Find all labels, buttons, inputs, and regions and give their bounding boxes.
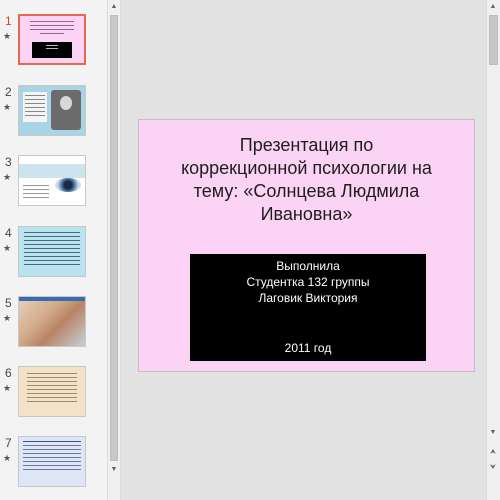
current-slide[interactable]: Презентация по коррекционной психологии …: [138, 119, 475, 372]
slide-thumbnail-3[interactable]: 3 ★: [0, 155, 107, 211]
slide-number: 3: [5, 155, 12, 169]
subtitle-line: Выполнила: [276, 259, 340, 273]
slide-editing-area: Презентация по коррекционной психологии …: [121, 0, 486, 500]
animation-star-icon: ★: [3, 102, 12, 112]
animation-star-icon: ★: [3, 243, 12, 253]
title-line: тему: «Солнцева Людмила: [193, 181, 420, 201]
scroll-down-icon[interactable]: ▼: [487, 426, 499, 440]
slide-number: 6: [5, 366, 12, 380]
main-scrollbar[interactable]: ▲ ▼ ⮝ ⮟: [486, 0, 500, 500]
scrollbar-thumb[interactable]: [489, 15, 498, 65]
title-line: коррекционной психологии на: [181, 158, 432, 178]
subtitle-line: Студентка 132 группы: [246, 275, 370, 289]
scroll-up-icon[interactable]: ▲: [108, 0, 120, 14]
year-label: 2011 год: [284, 341, 332, 355]
thumbnail-scrollbar[interactable]: ▲ ▼: [107, 0, 121, 500]
slide-title[interactable]: Презентация по коррекционной психологии …: [149, 134, 464, 226]
slide-thumbnail-image: [18, 155, 86, 206]
slide-number: 5: [5, 296, 12, 310]
scroll-up-icon[interactable]: ▲: [487, 0, 499, 14]
slide-number: 2: [5, 85, 12, 99]
slide-thumbnail-2[interactable]: 2 ★: [0, 85, 107, 141]
scrollbar-thumb[interactable]: [110, 15, 118, 461]
slide-thumbnail-7[interactable]: 7 ★: [0, 436, 107, 492]
slide-thumbnail-image: [18, 226, 86, 277]
animation-star-icon: ★: [3, 31, 12, 41]
subtitle-line: Лаговик Виктория: [258, 291, 358, 305]
slide-number: 7: [5, 436, 12, 450]
slide-thumbnail-image: [18, 14, 86, 65]
scroll-down-icon[interactable]: ▼: [108, 463, 120, 477]
title-line: Ивановна»: [260, 204, 353, 224]
slide-thumbnail-image: [18, 85, 86, 136]
next-slide-icon[interactable]: ⮟: [487, 461, 499, 475]
slide-thumbnail-image: [18, 436, 86, 487]
animation-star-icon: ★: [3, 453, 12, 463]
slide-number: 4: [5, 226, 12, 240]
animation-star-icon: ★: [3, 383, 12, 393]
animation-star-icon: ★: [3, 313, 12, 323]
animation-star-icon: ★: [3, 172, 12, 182]
slide-thumbnail-5[interactable]: 5 ★: [0, 296, 107, 352]
slide-thumbnail-1[interactable]: 1 ★: [0, 14, 107, 70]
slide-thumbnail-image: [18, 296, 86, 347]
title-line: Презентация по: [239, 135, 374, 155]
subtitle-box[interactable]: Выполнила Студентка 132 группы Лаговик В…: [190, 254, 426, 361]
slide-number: 1: [5, 14, 12, 28]
slide-thumbnail-pane: 1 ★ 2 ★ 3 ★ 4 ★ 5 ★ 6 ★ 7 ★: [0, 0, 107, 500]
slide-thumbnail-image: [18, 366, 86, 417]
slide-thumbnail-4[interactable]: 4 ★: [0, 226, 107, 282]
slide-thumbnail-6[interactable]: 6 ★: [0, 366, 107, 422]
previous-slide-icon[interactable]: ⮝: [487, 446, 499, 460]
